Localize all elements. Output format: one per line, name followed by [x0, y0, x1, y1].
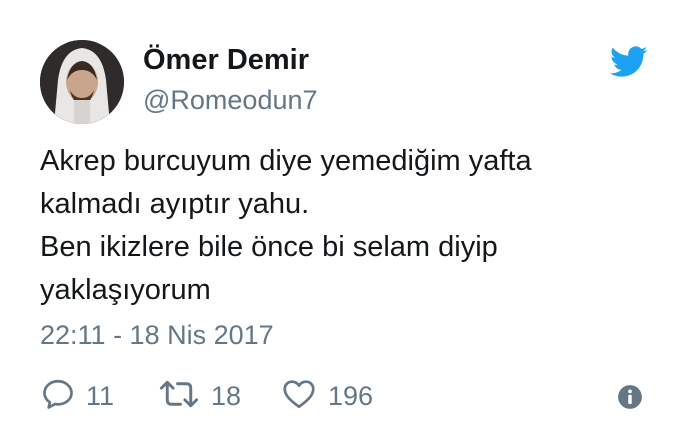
retweet-count: 18: [211, 380, 242, 411]
retweet-icon: [157, 376, 201, 417]
tweet-card: Ömer Demir @Romeodun7 Akrep burcuyum diy…: [0, 0, 690, 443]
like-count: 196: [328, 380, 374, 411]
twitter-bird-icon[interactable]: [610, 46, 648, 78]
tweet-line: kalmadı ayıptır yahu.: [40, 188, 310, 220]
reply-count: 11: [86, 380, 115, 411]
tweet-line: Ben ikizlere bile önce bi selam diyip: [40, 231, 498, 263]
info-icon[interactable]: [617, 384, 643, 410]
like-button[interactable]: 196: [280, 376, 373, 416]
tweet-line: yaklaşıyorum: [40, 274, 211, 306]
tweet-line: Akrep burcuyum diye yemediğim yafta: [40, 145, 532, 177]
avatar[interactable]: [40, 40, 124, 124]
user-handle[interactable]: @Romeodun7: [143, 85, 318, 116]
tweet-text: Akrep burcuyum diye yemediğim yafta kalm…: [40, 140, 660, 312]
retweet-button[interactable]: 18: [157, 376, 241, 416]
avatar-image: [40, 40, 124, 124]
display-name[interactable]: Ömer Demir: [143, 44, 309, 77]
tweet-timestamp[interactable]: 22:11 - 18 Nis 2017: [40, 320, 274, 351]
reply-icon: [40, 376, 76, 417]
reply-button[interactable]: 11: [40, 376, 114, 416]
heart-icon: [280, 376, 318, 417]
